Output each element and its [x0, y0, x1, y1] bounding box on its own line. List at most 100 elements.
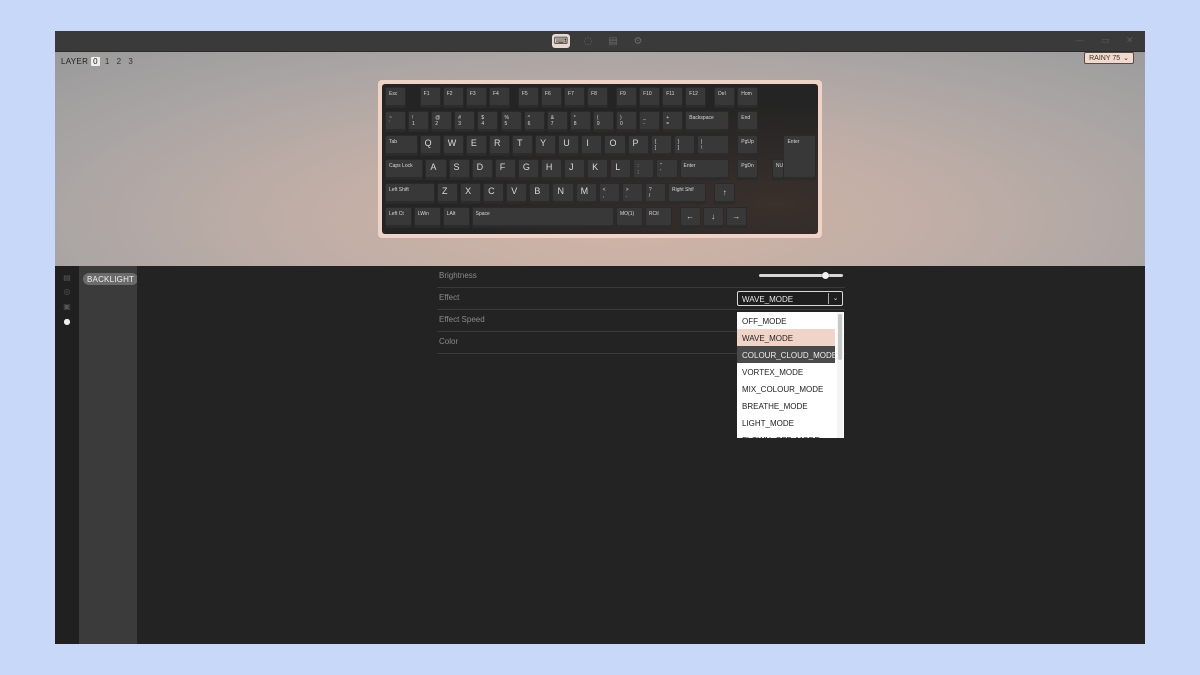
dropdown-option-wave-mode[interactable]: WAVE_MODE	[737, 329, 835, 346]
save-icon[interactable]: ▣	[62, 302, 72, 312]
key-l[interactable]: L	[610, 159, 632, 180]
key-g[interactable]: G	[517, 159, 539, 180]
minimize-icon[interactable]: —	[1075, 36, 1084, 46]
key-space[interactable]: Space	[471, 207, 614, 228]
key-d[interactable]: D	[471, 159, 493, 180]
lightbulb-icon[interactable]: ◌	[580, 34, 596, 48]
maximize-icon[interactable]: ▭	[1101, 36, 1110, 46]
key-symbol[interactable]: ) 0	[616, 111, 638, 132]
layout-icon[interactable]: ◎	[62, 287, 72, 297]
key-right-shif[interactable]: Right Shif	[667, 183, 707, 204]
dropdown-scrollbar-thumb[interactable]	[838, 314, 842, 360]
key-e[interactable]: E	[465, 135, 487, 156]
key-end[interactable]: End	[737, 111, 759, 132]
key-pgup[interactable]: PgUp	[737, 135, 759, 156]
key-f5[interactable]: F5	[517, 87, 539, 108]
brightness-slider-handle[interactable]	[821, 272, 829, 279]
key-f10[interactable]: F10	[639, 87, 661, 108]
key-f2[interactable]: F2	[442, 87, 464, 108]
dropdown-option-colour-cloud-mode[interactable]: COLOUR_CLOUD_MODE	[737, 346, 835, 363]
key-symbol[interactable]: ! 1	[408, 111, 430, 132]
layer-option-3[interactable]: 3	[126, 57, 135, 66]
key-symbol[interactable]: < ,	[598, 183, 620, 204]
key-p[interactable]: P	[627, 135, 649, 156]
key-symbol[interactable]: + =	[662, 111, 684, 132]
dropdown-scrollbar[interactable]	[837, 312, 843, 438]
remote-icon[interactable]: ▤	[605, 34, 621, 48]
key-symbol[interactable]: ↑	[714, 183, 736, 204]
dropdown-option-vortex-mode[interactable]: VORTEX_MODE	[737, 363, 835, 380]
key-r[interactable]: R	[488, 135, 511, 156]
keyboard-model-select[interactable]: RAINY 75 ⌄	[1084, 52, 1134, 64]
dropdown-option-breathe-mode[interactable]: BREATHE_MODE	[737, 397, 835, 414]
effect-select[interactable]: WAVE_MODE ⌄	[737, 291, 843, 306]
key-symbol[interactable]: : ;	[633, 159, 655, 180]
key-left-ct[interactable]: Left Ct	[385, 207, 412, 228]
key-symbol[interactable]: # 3	[454, 111, 476, 132]
key-f7[interactable]: F7	[564, 87, 586, 108]
key-x[interactable]: X	[460, 183, 482, 204]
key-symbol[interactable]: { [	[650, 135, 672, 156]
key-a[interactable]: A	[425, 159, 447, 180]
key-j[interactable]: J	[564, 159, 586, 180]
key-symbol[interactable]: $ 4	[477, 111, 499, 132]
key-symbol[interactable]: →	[725, 207, 747, 228]
key-f4[interactable]: F4	[488, 87, 511, 108]
dropdown-option-light-mode[interactable]: LIGHT_MODE	[737, 414, 835, 431]
key-m[interactable]: M	[575, 183, 597, 204]
keyboard-icon[interactable]: ⌨	[552, 34, 570, 48]
key-c[interactable]: C	[483, 183, 505, 204]
key-f3[interactable]: F3	[465, 87, 487, 108]
dropdown-option-flown-off-mode[interactable]: FLOWN_OFF_MODE	[737, 431, 835, 438]
layer-option-0[interactable]: 0	[91, 57, 100, 66]
key-tab[interactable]: Tab	[385, 135, 418, 156]
layer-option-1[interactable]: 1	[103, 57, 112, 66]
key-del[interactable]: Del	[714, 87, 736, 108]
key-b[interactable]: B	[529, 183, 551, 204]
brightness-slider[interactable]	[759, 272, 843, 279]
key-h[interactable]: H	[540, 159, 563, 180]
key-t[interactable]: T	[512, 135, 534, 156]
key-lalt[interactable]: LAlt	[442, 207, 470, 228]
key-i[interactable]: I	[581, 135, 603, 156]
key-f12[interactable]: F12	[685, 87, 707, 108]
key-symbol[interactable]: ^ 6	[523, 111, 545, 132]
key-symbol[interactable]: ? /	[644, 183, 666, 204]
key-symbol[interactable]: | \	[696, 135, 730, 156]
key-pgdn[interactable]: PgDn	[737, 159, 759, 180]
key-u[interactable]: U	[558, 135, 580, 156]
key-symbol[interactable]: * 8	[569, 111, 591, 132]
key-f11[interactable]: F11	[662, 87, 684, 108]
key-symbol[interactable]: ~ `	[385, 111, 407, 132]
key-enter-iso[interactable]: Enter	[783, 135, 817, 180]
key-symbol[interactable]: > .	[621, 183, 643, 204]
key-left-shift[interactable]: Left Shift	[385, 183, 435, 204]
key-z[interactable]: Z	[436, 183, 459, 204]
settings-icon[interactable]: ⚙	[630, 34, 646, 48]
key-y[interactable]: Y	[535, 135, 557, 156]
dropdown-option-mix-colour-mode[interactable]: MIX_COLOUR_MODE	[737, 380, 835, 397]
close-icon[interactable]: ✕	[1126, 36, 1134, 46]
key-hom[interactable]: Hom	[737, 87, 759, 108]
key-symbol[interactable]: ↓	[702, 207, 724, 228]
layer-option-2[interactable]: 2	[115, 57, 124, 66]
key-symbol[interactable]: " '	[656, 159, 678, 180]
key-w[interactable]: W	[442, 135, 464, 156]
lighting-icon[interactable]: ●	[62, 317, 72, 327]
key-f1[interactable]: F1	[419, 87, 441, 108]
keymap-icon[interactable]: ▤	[62, 273, 72, 283]
key-symbol[interactable]: ( 9	[592, 111, 614, 132]
dropdown-option-off-mode[interactable]: OFF_MODE	[737, 312, 835, 329]
key-mo-1[interactable]: MO(1)	[616, 207, 643, 228]
key-rctl[interactable]: RCtl	[644, 207, 672, 228]
key-symbol[interactable]: % 5	[500, 111, 522, 132]
key-f9[interactable]: F9	[616, 87, 638, 108]
key-symbol[interactable]: @ 2	[431, 111, 453, 132]
key-f8[interactable]: F8	[587, 87, 609, 108]
key-caps-lock[interactable]: Caps Lock	[385, 159, 424, 180]
key-symbol[interactable]: & 7	[546, 111, 568, 132]
key-symbol[interactable]: _ -	[639, 111, 661, 132]
key-esc[interactable]: Esc	[385, 87, 407, 108]
key-o[interactable]: O	[604, 135, 626, 156]
key-v[interactable]: V	[506, 183, 528, 204]
